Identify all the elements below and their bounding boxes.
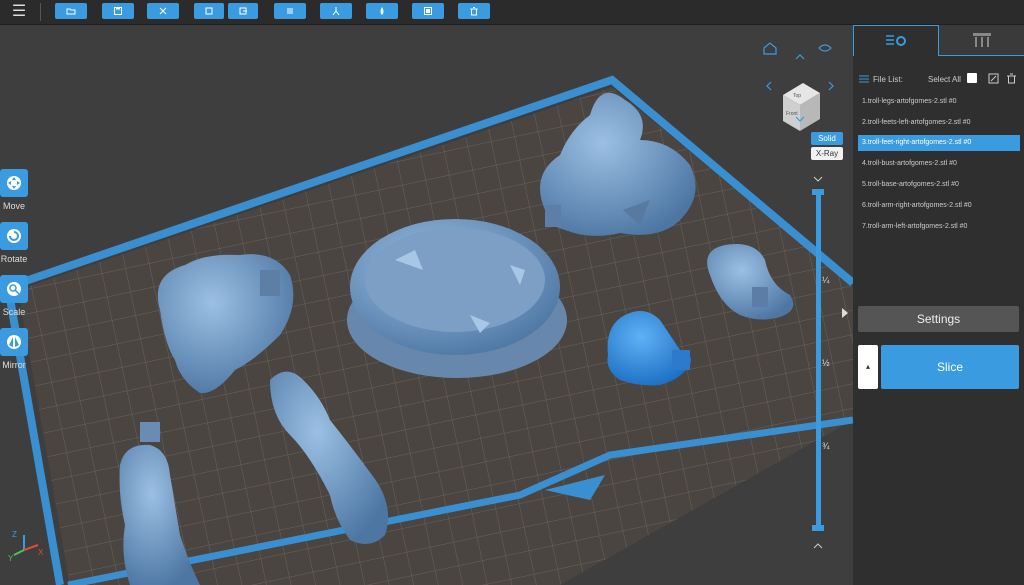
rotate-tool-button[interactable] [0,222,28,250]
rotate-icon [7,229,21,243]
tab-files[interactable] [853,25,939,56]
move-tool-label: Move [2,201,25,211]
rotate-tool-label: Rotate [0,254,28,264]
support-button[interactable] [320,3,352,19]
export-button[interactable] [228,3,258,19]
layer-slider-top-handle[interactable] [812,189,824,195]
chevron-right-icon[interactable] [828,81,834,91]
right-panel: File List: Select All 1.troll-legs-artof… [853,25,1024,585]
axis-indicator: Z Y X [8,530,44,563]
save-button[interactable] [102,3,134,19]
chevron-up-icon[interactable] [795,54,805,60]
panel-tabs [853,25,1024,56]
mirror-tool-button[interactable] [0,328,28,356]
export-icon [239,7,247,15]
file-list-header: File List: Select All [859,73,1019,87]
slider-down-arrow-icon[interactable] [813,543,823,549]
drop-button[interactable] [366,3,398,19]
move-icon [7,176,21,190]
layer-slider-bottom-handle[interactable] [812,525,824,531]
feets-left-block [752,287,768,307]
bust-block [545,205,561,227]
solid-mode-button[interactable]: Solid [811,132,843,145]
mirror-tool-label: Mirror [2,360,26,370]
delete-icon [470,7,478,16]
frame-icon [424,7,432,15]
hamburger-menu-icon[interactable]: ☰ [8,2,30,22]
select-all-label: Select All [928,75,961,84]
copy-icon [205,7,213,15]
legs-block [260,270,280,296]
scale-icon [7,282,21,296]
edit-icon[interactable] [988,73,999,84]
slider-tick-quarter: ¼ [822,275,830,285]
arrange-button[interactable] [147,3,179,19]
arrange-icon [159,7,167,15]
list-icon [859,75,869,83]
layer-slider-track[interactable] [816,193,821,528]
save-icon [114,7,122,15]
chevron-left-icon[interactable] [766,81,772,91]
feet-right-block [672,350,690,370]
delete-button[interactable] [458,3,490,19]
drop-icon [380,7,384,15]
printer-icon [972,33,991,47]
support-icon [332,7,340,16]
file-settings-icon [886,35,906,46]
view-cube-front-label: Front [786,111,798,117]
folder-icon [66,8,76,15]
file-list-label: File List: [873,75,903,84]
layers-button[interactable] [274,3,306,19]
scale-tool-label: Scale [2,307,26,317]
scene[interactable]: Z Y X Top Front ¼ ½ ¾ [0,25,853,585]
xray-mode-button[interactable]: X-Ray [811,147,843,160]
axis-y-label: Y [8,554,14,563]
file-list-item-selected[interactable]: 3.troll-feet-right-artofgomes-2.stl #0 [858,135,1020,151]
copy-button[interactable] [194,3,224,19]
eye-icon[interactable] [818,44,832,52]
arm-left-block [140,422,160,442]
scale-tool-button[interactable] [0,275,28,303]
layers-icon [287,8,293,14]
axis-x-label: X [38,548,44,557]
settings-button[interactable]: Settings [858,306,1019,332]
file-list-item[interactable]: 5.troll-base-artofgomes-2.stl #0 [858,177,1020,193]
mirror-icon [7,335,21,349]
move-tool-button[interactable] [0,169,28,197]
slider-tick-half: ½ [822,358,830,368]
slider-tick-three-quarter: ¾ [822,441,830,451]
top-toolbar: ☰ [0,0,1024,25]
toolbar-divider [40,3,41,21]
slice-options-dropdown[interactable]: ▴ [858,345,878,389]
file-list-item[interactable]: 7.troll-arm-left-artofgomes-2.stl #0 [858,219,1020,235]
view-cube-top-label: Top [793,93,801,99]
tab-printer[interactable] [939,25,1024,56]
file-list-item[interactable]: 4.troll-bust-artofgomes-2.stl #0 [858,156,1020,172]
frame-button[interactable] [412,3,444,19]
file-list-item[interactable]: 6.troll-arm-right-artofgomes-2.stl #0 [858,198,1020,214]
view-cube[interactable]: Top Front [783,83,820,131]
select-all-checkbox[interactable] [967,73,977,83]
axis-z-label: Z [12,530,17,539]
open-file-button[interactable] [55,3,87,19]
file-list-item[interactable]: 2.troll-feets-left-artofgomes-2.stl #0 [858,115,1020,131]
3d-viewport[interactable]: Z Y X Top Front ¼ ½ ¾ Solid X-Ray Move R… [0,25,853,585]
slice-button[interactable]: Slice [881,345,1019,389]
home-icon[interactable] [763,42,777,55]
slider-up-arrow-icon[interactable] [813,176,823,182]
trash-icon[interactable] [1006,73,1017,84]
file-list-item[interactable]: 1.troll-legs-artofgomes-2.stl #0 [858,94,1020,110]
